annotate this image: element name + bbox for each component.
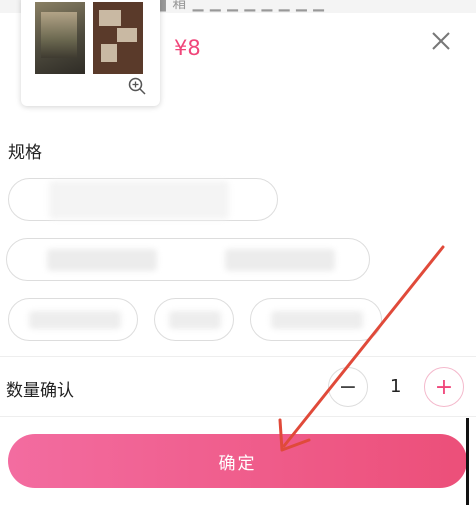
close-icon[interactable] <box>428 28 454 54</box>
section-divider <box>0 416 476 417</box>
spec-option-redacted[interactable] <box>154 298 234 341</box>
product-thumbnail[interactable] <box>21 0 160 106</box>
quantity-label: 数量确认 <box>6 381 74 401</box>
increase-quantity-button[interactable]: + <box>424 367 464 407</box>
spec-option-redacted[interactable] <box>8 178 278 221</box>
spec-option-redacted[interactable] <box>250 298 382 341</box>
screen-edge <box>466 418 469 505</box>
decrease-quantity-button[interactable]: − <box>328 367 368 407</box>
spec-option-redacted[interactable] <box>8 298 138 341</box>
redaction-blur <box>271 311 363 329</box>
quantity-value: 1 <box>390 376 402 397</box>
redaction-blur <box>169 311 221 329</box>
section-divider <box>0 356 476 357</box>
confirm-button[interactable]: 确定 <box>8 434 467 488</box>
product-image-poster <box>35 2 85 74</box>
zoom-icon[interactable] <box>125 74 149 98</box>
redaction-blur <box>29 311 121 329</box>
spec-label: 规格 <box>8 143 42 163</box>
product-image-photos <box>93 2 143 74</box>
redaction-blur <box>47 249 157 271</box>
redaction-blur <box>49 181 229 219</box>
spec-option-redacted[interactable] <box>6 238 370 281</box>
product-price: ¥8 <box>174 36 201 60</box>
redaction-blur <box>225 249 335 271</box>
